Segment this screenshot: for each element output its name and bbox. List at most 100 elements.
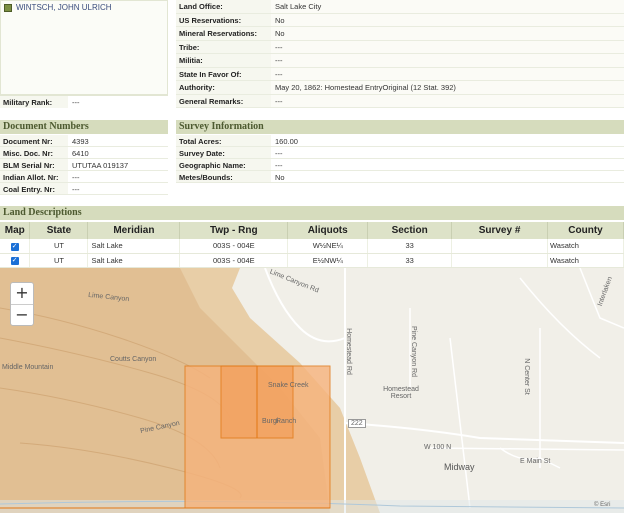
detail-row-mineral-reservations: Mineral Reservations: No <box>176 27 624 41</box>
detail-label: General Remarks: <box>176 94 271 107</box>
detail-row-authority: Authority: May 20, 1862: Homestead Entry… <box>176 81 624 95</box>
detail-label: US Reservations: <box>176 13 271 26</box>
zoom-in-button[interactable]: + <box>11 283 33 304</box>
patentee-line[interactable]: WINTSCH, JOHN ULRICH <box>1 1 167 14</box>
detail-label: Land Office: <box>176 0 271 13</box>
military-rank-label: Military Rank: <box>0 96 68 108</box>
detail-value: --- <box>271 94 624 107</box>
column-header-map[interactable]: Map <box>0 222 31 239</box>
doc-label: BLM Serial Nr: <box>0 159 68 170</box>
survey-value: --- <box>275 149 283 158</box>
doc-row: Coal Entry. Nr: --- <box>0 183 168 195</box>
map-checkbox[interactable]: ✓ <box>10 242 19 251</box>
map-view[interactable]: + − Lime Canyon Coutts Canyon Middle Mou… <box>0 268 624 513</box>
cell-section: 33 <box>367 239 453 254</box>
column-header-section[interactable]: Section <box>367 222 453 239</box>
doc-value: UTUTAA 019137 <box>72 161 129 170</box>
detail-value: Salt Lake City <box>271 0 624 13</box>
detail-row-us-reservations: US Reservations: No <box>176 13 624 27</box>
doc-label: Indian Allot. Nr: <box>0 171 68 182</box>
table-row: ✓ UT Salt Lake 003S - 004E E½NW¼ 33 Wasa… <box>0 253 624 268</box>
cell-county: Wasatch <box>547 253 624 268</box>
survey-value: --- <box>275 161 283 170</box>
map-label: Snake Creek <box>268 382 309 389</box>
column-header-state[interactable]: State <box>29 222 89 239</box>
map-attribution: © Esri <box>594 502 611 508</box>
doc-value: --- <box>72 185 80 194</box>
military-rank-value: --- <box>72 98 80 107</box>
cell-meridian: Salt Lake <box>87 253 181 268</box>
detail-row-militia: Militia: --- <box>176 54 624 68</box>
survey-label: Survey Date: <box>176 147 271 158</box>
column-header-twp-rng[interactable]: Twp - Rng <box>179 222 289 239</box>
cell-meridian: Salt Lake <box>87 239 181 254</box>
cell-aliquots: W½NE¼ <box>287 239 369 254</box>
cell-twp-rng: 003S - 004E <box>179 253 289 268</box>
cell-survey <box>451 239 548 254</box>
detail-value: May 20, 1862: Homestead EntryOriginal (1… <box>271 81 624 94</box>
detail-value: No <box>271 27 624 40</box>
cell-state: UT <box>29 253 89 268</box>
map-label: Pine Canyon Rd <box>409 326 417 377</box>
patent-details: WINTSCH, JOHN ULRICH Military Rank: --- … <box>0 0 624 108</box>
map-checkbox[interactable]: ✓ <box>10 257 19 265</box>
survey-label: Metes/Bounds: <box>176 171 271 182</box>
detail-row-general-remarks: General Remarks: --- <box>176 94 624 108</box>
map-label: Ranch <box>276 418 297 425</box>
zoom-control: + − <box>10 282 34 326</box>
survey-row: Total Acres: 160.00 <box>176 135 624 147</box>
survey-value: No <box>275 173 285 182</box>
column-header-meridian[interactable]: Meridian <box>87 222 181 239</box>
column-header-survey[interactable]: Survey # <box>451 222 548 239</box>
land-descriptions-heading: Land Descriptions <box>0 206 624 220</box>
column-header-county[interactable]: County <box>547 222 624 239</box>
detail-row-tribe: Tribe: --- <box>176 40 624 54</box>
detail-value: No <box>271 13 624 26</box>
map-label: E Main St <box>520 458 551 465</box>
detail-value: --- <box>271 67 624 80</box>
map-label: N Center St <box>522 358 530 395</box>
detail-row-land-office: Land Office: Salt Lake City <box>176 0 624 14</box>
doc-row: Misc. Doc. Nr: 6410 <box>0 147 168 159</box>
survey-row: Metes/Bounds: No <box>176 171 624 183</box>
cell-state: UT <box>29 239 89 254</box>
map-label: Coutts Canyon <box>110 356 157 363</box>
table-row: ✓ UT Salt Lake 003S - 004E W½NE¼ 33 Wasa… <box>0 239 624 254</box>
map-label: Midway <box>444 462 475 472</box>
detail-label: Authority: <box>176 81 271 94</box>
survey-row: Survey Date: --- <box>176 147 624 159</box>
detail-label: Mineral Reservations: <box>176 27 271 40</box>
detail-label: State In Favor Of: <box>176 67 271 80</box>
patentee-box: WINTSCH, JOHN ULRICH <box>0 0 168 95</box>
doc-value: 6410 <box>72 149 89 158</box>
survey-information-heading: Survey Information <box>176 120 624 134</box>
doc-row: BLM Serial Nr: UTUTAA 019137 <box>0 159 168 171</box>
doc-row: Indian Allot. Nr: --- <box>0 171 168 183</box>
detail-label: Militia: <box>176 54 271 67</box>
zoom-out-button[interactable]: − <box>11 304 33 325</box>
doc-label: Document Nr: <box>0 135 68 146</box>
detail-value: --- <box>271 40 624 53</box>
map-label: Middle Mountain <box>2 364 54 371</box>
patentee-name[interactable]: WINTSCH, JOHN ULRICH <box>16 3 112 12</box>
detail-row-state-in-favor-of: State In Favor Of: --- <box>176 67 624 81</box>
document-icon <box>4 3 12 12</box>
survey-label: Total Acres: <box>176 135 271 146</box>
military-rank-row: Military Rank: --- <box>0 95 168 108</box>
doc-label: Misc. Doc. Nr: <box>0 147 68 158</box>
column-header-aliquots[interactable]: Aliquots <box>287 222 369 239</box>
map-label: W 100 N <box>424 444 452 451</box>
map-label: 222 <box>348 419 366 428</box>
detail-label: Tribe: <box>176 40 271 53</box>
detail-value: --- <box>271 54 624 67</box>
doc-row: Document Nr: 4393 <box>0 135 168 147</box>
doc-label: Coal Entry. Nr: <box>0 183 68 194</box>
doc-value: --- <box>72 173 80 182</box>
document-numbers-heading: Document Numbers <box>0 120 168 134</box>
cell-twp-rng: 003S - 004E <box>179 239 289 254</box>
cell-survey <box>451 253 548 268</box>
cell-aliquots: E½NW¼ <box>287 253 369 268</box>
survey-row: Geographic Name: --- <box>176 159 624 171</box>
survey-label: Geographic Name: <box>176 159 271 170</box>
table-header-row: Map State Meridian Twp - Rng Aliquots Se… <box>0 222 624 239</box>
